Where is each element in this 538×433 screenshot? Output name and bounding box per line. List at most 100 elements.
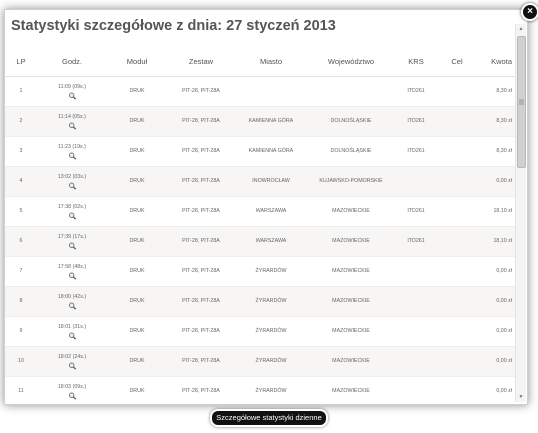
modul-value: DRUK: [129, 268, 145, 274]
modul-value: DRUK: [129, 88, 145, 94]
cell-krs: [395, 286, 437, 317]
lp-value: 9: [19, 328, 23, 334]
cell-cel: [437, 136, 477, 167]
cell-godz: 11:09 (09s.): [37, 76, 107, 107]
cell-miasto: ŻYRARDÓW: [235, 316, 307, 347]
cell-godz: 18:00 (42s.): [37, 286, 107, 317]
godz-value: 18:00 (42s.): [57, 294, 87, 300]
miasto-value: ŻYRARDÓW: [255, 358, 287, 364]
cell-godz: 17:38 (02s.): [37, 196, 107, 227]
miasto-value: KAMIENNA GÓRA: [248, 148, 294, 154]
col-header-lp: LP: [5, 46, 37, 77]
cell-lp: 4: [5, 166, 37, 197]
cell-miasto: [235, 76, 307, 107]
grip-icon: [519, 99, 524, 105]
modul-value: DRUK: [129, 178, 145, 184]
zestaw-value: PIT-28, PIT-28A: [182, 178, 220, 184]
miasto-value: WARSZAWA: [255, 208, 287, 214]
modul-value: DRUK: [129, 388, 145, 394]
cell-godz: 18:02 (24s.): [37, 346, 107, 377]
col-header-cel: Cel: [437, 46, 477, 77]
cell-wojewodztwo: DOLNOŚLĄSKIE: [307, 136, 395, 167]
cell-lp: 1: [5, 76, 37, 107]
table-row: 3 11:23 (19s.) DRUK PIT-28, PIT-28A KAMIENNA…: [5, 136, 515, 167]
magnifier-icon[interactable]: [68, 332, 77, 340]
zestaw-value: PIT-28, PIT-28A: [182, 238, 220, 244]
cell-godz: 17:58 (48s.): [37, 256, 107, 287]
krs-value: ITD261: [407, 118, 425, 124]
cell-miasto: INOWROCŁAW: [235, 166, 307, 197]
zestaw-value: PIT-28, PIT-28A: [182, 298, 220, 304]
cell-miasto: ŻYRARDÓW: [235, 346, 307, 377]
lp-value: 8: [19, 298, 23, 304]
magnifier-icon[interactable]: [68, 392, 77, 400]
modul-value: DRUK: [129, 358, 145, 364]
cell-lp: 10: [5, 346, 37, 377]
col-header-miasto: Miasto: [235, 46, 307, 77]
cell-kwota: 18,10 zł: [477, 226, 515, 257]
cell-lp: 7: [5, 256, 37, 287]
cell-wojewodztwo: MAZOWIECKIE: [307, 196, 395, 227]
miasto-value: KAMIENNA GÓRA: [248, 118, 294, 124]
cell-zestaw: PIT-28, PIT-28A: [167, 166, 235, 197]
zestaw-value: PIT-28, PIT-28A: [182, 118, 220, 124]
godz-value: 11:09 (09s.): [58, 84, 86, 90]
zestaw-value: PIT-28, PIT-28A: [182, 328, 220, 334]
arrow-down-icon[interactable]: ▼: [516, 392, 526, 402]
kwota-value: 0,00 zł: [496, 328, 512, 334]
cell-cel: [437, 376, 477, 404]
magnifier-icon[interactable]: [68, 242, 77, 250]
cell-modul: DRUK: [107, 166, 167, 197]
header-row: LP Godz. Moduł Zestaw Miasto Województwo…: [5, 46, 515, 77]
magnifier-icon[interactable]: [68, 302, 77, 310]
stats-table-container[interactable]: LP Godz. Moduł Zestaw Miasto Województwo…: [5, 46, 515, 404]
vertical-scrollbar[interactable]: ▲ ▼: [515, 24, 526, 402]
magnifier-icon[interactable]: [68, 182, 77, 190]
kwota-value: 0,00 zł: [496, 358, 512, 364]
kwota-value: 8,30 zł: [496, 118, 512, 124]
miasto-value: ŻYRARDÓW: [255, 268, 287, 274]
col-header-kwota: Kwota: [477, 46, 515, 77]
wojewodztwo-value: MAZOWIECKIE: [332, 328, 370, 334]
table-row: 5 17:38 (02s.) DRUK PIT-28, PIT-28A WARSZAWA…: [5, 196, 515, 227]
lp-value: 4: [19, 178, 23, 184]
lp-value: 5: [19, 208, 23, 214]
wojewodztwo-value: DOLNOŚLĄSKIE: [330, 118, 372, 124]
cell-krs: ITD261: [395, 76, 437, 107]
cell-wojewodztwo: MAZOWIECKIE: [307, 286, 395, 317]
cell-krs: ITD261: [395, 136, 437, 167]
miasto-value: ŻYRARDÓW: [255, 298, 287, 304]
magnifier-icon[interactable]: [68, 272, 77, 280]
cell-modul: DRUK: [107, 286, 167, 317]
table-row: 1 11:09 (09s.) DRUK PIT-28, PIT-28A ITD261 8,…: [5, 76, 515, 107]
magnifier-icon[interactable]: [68, 362, 77, 370]
godz-value: 17:38 (02s.): [57, 204, 87, 210]
table-row: 9 18:01 (31s.) DRUK PIT-28, PIT-28A ŻYRARDÓW…: [5, 316, 515, 347]
magnifier-icon[interactable]: [68, 122, 77, 130]
magnifier-icon[interactable]: [68, 152, 77, 160]
cell-zestaw: PIT-28, PIT-28A: [167, 196, 235, 227]
cell-kwota: 8,30 zł: [477, 76, 515, 107]
cell-zestaw: PIT-28, PIT-28A: [167, 316, 235, 347]
godz-value: 13:02 (03s.): [57, 174, 87, 180]
cell-kwota: 0,00 zł: [477, 316, 515, 347]
cell-wojewodztwo: DOLNOŚLĄSKIE: [307, 106, 395, 137]
magnifier-icon[interactable]: [68, 92, 77, 100]
arrow-up-icon[interactable]: ▲: [516, 24, 526, 34]
cell-lp: 8: [5, 286, 37, 317]
godz-value: 18:03 (09s.): [57, 384, 87, 390]
cell-zestaw: PIT-28, PIT-28A: [167, 106, 235, 137]
cell-cel: [437, 76, 477, 107]
magnifier-icon[interactable]: [68, 212, 77, 220]
table-row: 8 18:00 (42s.) DRUK PIT-28, PIT-28A ŻYRARDÓW…: [5, 286, 515, 317]
miasto-value: ŻYRARDÓW: [255, 388, 287, 394]
table-row: 11 18:03 (09s.) DRUK PIT-28, PIT-28A ŻYRARDÓ…: [5, 376, 515, 404]
close-icon[interactable]: ×: [521, 3, 538, 21]
cell-modul: DRUK: [107, 106, 167, 137]
cell-krs: [395, 376, 437, 404]
scrollbar-thumb[interactable]: [517, 36, 526, 168]
cell-godz: 13:02 (03s.): [37, 166, 107, 197]
cell-zestaw: PIT-28, PIT-28A: [167, 76, 235, 107]
page-title: Statystyki szczegółowe z dnia: 27 stycze…: [11, 18, 336, 34]
modul-value: DRUK: [129, 328, 145, 334]
